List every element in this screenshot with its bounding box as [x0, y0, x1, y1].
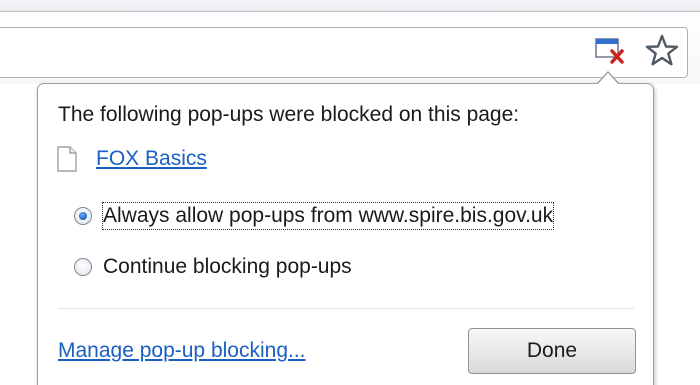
continue-blocking-radio[interactable]	[74, 258, 92, 276]
done-button[interactable]: Done	[468, 328, 636, 374]
always-allow-radio[interactable]	[74, 207, 92, 225]
continue-blocking-label[interactable]: Continue blocking pop-ups	[103, 254, 352, 280]
star-icon[interactable]	[644, 33, 680, 67]
continue-blocking-option[interactable]: Continue blocking pop-ups	[74, 253, 352, 281]
bubble-title: The following pop-ups were blocked on th…	[58, 103, 520, 126]
browser-window: The following pop-ups were blocked on th…	[0, 0, 700, 385]
blocked-popup-link[interactable]: FOX Basics	[96, 146, 207, 172]
page-icon	[57, 146, 77, 172]
always-allow-label[interactable]: Always allow pop-ups from www.spire.bis.…	[101, 202, 555, 230]
always-allow-option[interactable]: Always allow pop-ups from www.spire.bis.…	[74, 202, 555, 230]
divider	[58, 308, 634, 309]
bubble-arrow-fill	[597, 73, 619, 85]
popup-blocked-icon[interactable]	[594, 35, 626, 67]
tab-strip	[0, 0, 700, 12]
manage-popup-blocking-link[interactable]: Manage pop-up blocking...	[58, 338, 306, 364]
address-bar[interactable]	[0, 27, 688, 78]
